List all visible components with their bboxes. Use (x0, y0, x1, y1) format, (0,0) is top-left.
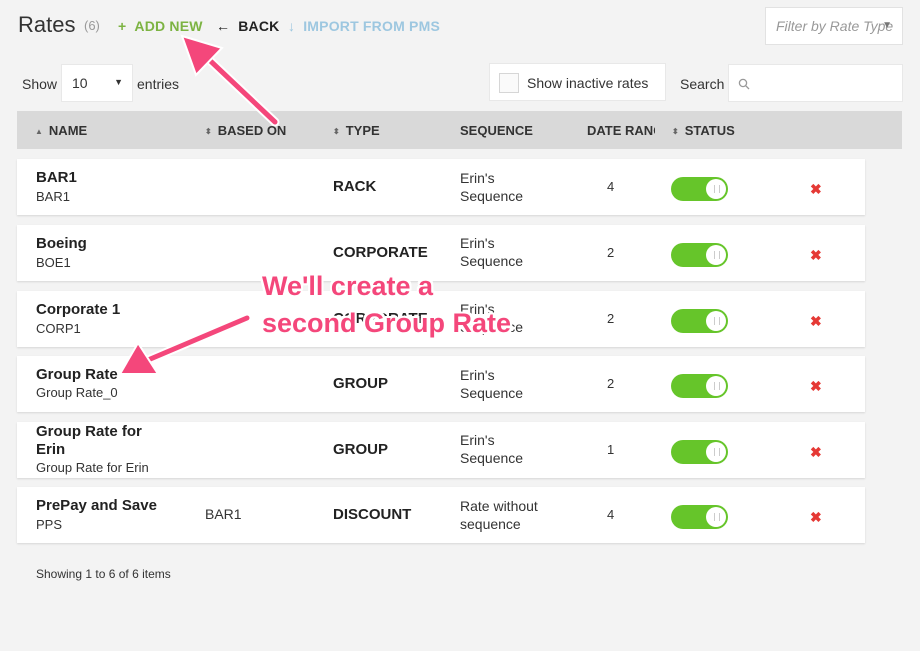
rate-sequence: Erin's Sequence (460, 432, 524, 466)
rate-sequence: Erin's Sequence (460, 367, 524, 401)
rate-code: BOE1 (36, 255, 71, 270)
sort-asc-icon: ▲ (35, 127, 43, 136)
rate-code: BAR1 (36, 189, 70, 204)
plus-icon: + (118, 18, 127, 34)
table-row[interactable]: Group Rate Group Rate_0 GROUP Erin's Sequ… (17, 356, 865, 412)
table-row[interactable]: BAR1 BAR1 RACK Erin's Sequence 4 ✖ (17, 159, 865, 215)
rate-type-filter[interactable]: Filter by Rate Type ▼ (765, 7, 903, 45)
import-label: IMPORT FROM PMS (303, 18, 440, 34)
page-title: Rates (18, 12, 76, 37)
column-header-sequence: SEQUENCE (460, 123, 533, 138)
status-toggle[interactable] (671, 505, 728, 529)
close-icon[interactable]: ✖ (810, 181, 822, 198)
based-on: BAR1 (205, 506, 242, 522)
close-icon[interactable]: ✖ (810, 313, 822, 330)
table-row[interactable]: Group Rate for Erin Group Rate for Erin G… (17, 422, 865, 478)
entries-per-page-select[interactable]: 10 ▼ (61, 64, 133, 102)
toggle-knob (706, 311, 726, 331)
sort-icon: ⬍ (672, 127, 679, 136)
rate-type: CORPORATE (333, 244, 428, 261)
status-toggle[interactable] (671, 440, 728, 464)
caret-down-icon: ▼ (114, 77, 123, 87)
entries-per-page-value: 10 (72, 75, 88, 91)
close-icon[interactable]: ✖ (810, 378, 822, 395)
add-new-label: ADD NEW (134, 18, 203, 34)
arrow-left-icon: ← (216, 18, 231, 34)
toggle-knob (706, 179, 726, 199)
back-label: BACK (238, 18, 280, 34)
column-header-status[interactable]: ⬍ STATUS (672, 123, 735, 138)
show-label: Show (22, 76, 58, 92)
rate-name[interactable]: Corporate 1 (36, 301, 120, 319)
date-range-count: 4 (607, 507, 615, 522)
status-toggle[interactable] (671, 309, 728, 333)
column-header-based-on[interactable]: ⬍ BASED ON (205, 123, 286, 138)
toggle-knob (706, 507, 726, 527)
rate-name[interactable]: PrePay and Save (36, 497, 157, 515)
rate-count: (6) (84, 18, 100, 33)
search-label: Search (680, 76, 725, 92)
table-header: ▲NAME ⬍BASED ON ⬍TYPE SEQUENCE DATE RANG… (17, 111, 902, 149)
rate-name[interactable]: BAR1 (36, 169, 77, 187)
date-range-count: 4 (607, 179, 615, 194)
annotation-line-2: second Group Rate (262, 308, 512, 338)
sort-icon: ⬍ (205, 127, 212, 136)
close-icon[interactable]: ✖ (810, 444, 822, 461)
rate-name[interactable]: Group Rate (36, 366, 118, 384)
date-range-count: 1 (607, 442, 615, 457)
rate-name[interactable]: Boeing (36, 235, 87, 253)
column-header-date-range: DATE RANGE (587, 123, 655, 138)
table-row[interactable]: PrePay and Save PPS BAR1 DISCOUNT Rate w… (17, 487, 865, 543)
rate-code: CORP1 (36, 321, 81, 336)
rate-type: GROUP (333, 441, 389, 458)
close-icon[interactable]: ✖ (810, 247, 822, 264)
show-inactive-label: Show inactive rates (527, 75, 649, 91)
rate-type: DISCOUNT (333, 506, 412, 523)
close-icon[interactable]: ✖ (810, 509, 822, 526)
entries-label: entries (137, 76, 180, 92)
search-input[interactable] (728, 64, 903, 102)
date-range-count: 2 (607, 376, 615, 391)
status-toggle[interactable] (671, 177, 728, 201)
rate-sequence: Erin's Sequence (460, 170, 524, 204)
rate-code: Group Rate for Erin (36, 460, 149, 475)
column-header-name[interactable]: ▲ NAME (35, 123, 87, 138)
caret-down-icon: ▼ (882, 20, 892, 31)
toggle-knob (706, 442, 726, 462)
status-toggle[interactable] (671, 243, 728, 267)
arrow-to-add-new (180, 34, 280, 127)
rate-type: RACK (333, 178, 377, 195)
date-range-count: 2 (607, 245, 615, 260)
annotation-line-1: We'll create a (262, 271, 434, 301)
rate-code: Group Rate_0 (36, 385, 118, 400)
arrow-down-icon: ↓ (288, 18, 296, 34)
rate-sequence: Erin's Sequence (460, 235, 524, 269)
date-range-count: 2 (607, 311, 615, 326)
sort-icon: ⬍ (333, 127, 340, 136)
filter-placeholder: Filter by Rate Type (776, 18, 894, 34)
add-new-button[interactable]: + ADD NEW (118, 18, 203, 34)
pagination-info: Showing 1 to 6 of 6 items (36, 567, 171, 581)
column-header-type[interactable]: ⬍ TYPE (333, 123, 380, 138)
show-inactive-toggle[interactable]: Show inactive rates (489, 63, 666, 101)
toggle-knob (706, 376, 726, 396)
back-button[interactable]: ← BACK (216, 18, 279, 34)
toggle-knob (706, 245, 726, 265)
import-from-pms-button[interactable]: ↓ IMPORT FROM PMS (288, 18, 440, 34)
show-inactive-checkbox[interactable] (499, 73, 519, 93)
rate-name[interactable]: Group Rate for Erin (36, 423, 142, 459)
rate-sequence: Rate without sequence (460, 498, 538, 532)
search-icon (738, 78, 750, 90)
rate-code: PPS (36, 517, 63, 532)
table-row[interactable]: Boeing BOE1 CORPORATE Erin's Sequence 2 ✖ (17, 225, 865, 281)
status-toggle[interactable] (671, 374, 728, 398)
rate-type: GROUP (333, 375, 389, 392)
